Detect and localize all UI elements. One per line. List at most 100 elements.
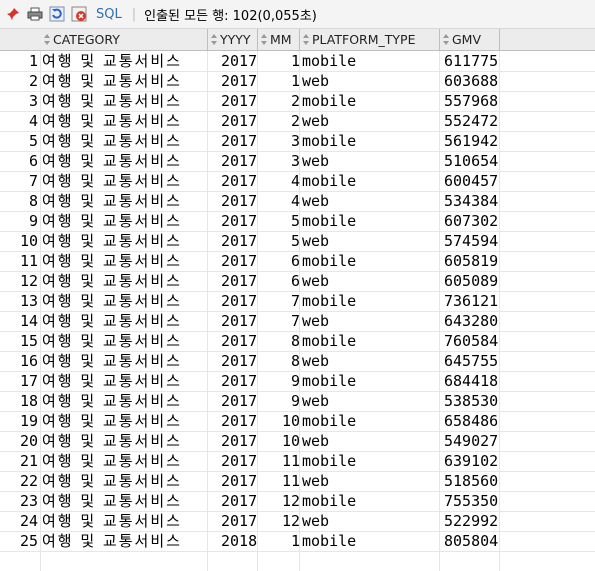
cell-platform-type[interactable]: web	[302, 111, 329, 131]
cell-category[interactable]: 여행 및 교통서비스	[42, 451, 182, 471]
cell-platform-type[interactable]: web	[302, 311, 329, 331]
cell-platform-type[interactable]: web	[302, 151, 329, 171]
cell-platform-type[interactable]: mobile	[302, 491, 356, 511]
sql-button[interactable]: SQL	[96, 7, 122, 22]
table-row[interactable]: 1 여행 및 교통서비스 2017 1 mobile 611775	[0, 51, 595, 72]
cell-gmv[interactable]: 605089	[444, 271, 498, 291]
cell-mm[interactable]: 6	[268, 271, 300, 291]
row-number[interactable]: 13	[0, 291, 38, 311]
cell-gmv[interactable]: 603688	[444, 71, 498, 91]
cell-yyyy[interactable]: 2017	[221, 471, 257, 491]
cell-mm[interactable]: 11	[268, 451, 300, 471]
cell-gmv[interactable]: 605819	[444, 251, 498, 271]
cell-mm[interactable]: 7	[268, 311, 300, 331]
table-row[interactable]: 6 여행 및 교통서비스 2017 3 web 510654	[0, 151, 595, 172]
cell-platform-type[interactable]: mobile	[302, 131, 356, 151]
cell-gmv[interactable]: 510654	[444, 151, 498, 171]
cell-mm[interactable]: 1	[268, 531, 300, 551]
cell-platform-type[interactable]: web	[302, 511, 329, 531]
cell-category[interactable]: 여행 및 교통서비스	[42, 291, 182, 311]
cell-yyyy[interactable]: 2017	[221, 51, 257, 71]
cell-mm[interactable]: 8	[268, 331, 300, 351]
cell-category[interactable]: 여행 및 교통서비스	[42, 351, 182, 371]
cell-mm[interactable]: 4	[268, 191, 300, 211]
row-number[interactable]: 4	[0, 111, 38, 131]
cell-yyyy[interactable]: 2017	[221, 411, 257, 431]
row-number[interactable]: 11	[0, 251, 38, 271]
cell-mm[interactable]: 2	[268, 91, 300, 111]
table-row[interactable]: 23 여행 및 교통서비스 2017 12 mobile 755350	[0, 491, 595, 512]
cell-category[interactable]: 여행 및 교통서비스	[42, 91, 182, 111]
cell-yyyy[interactable]: 2017	[221, 251, 257, 271]
cell-yyyy[interactable]: 2017	[221, 151, 257, 171]
table-row[interactable]: 19 여행 및 교통서비스 2017 10 mobile 658486	[0, 411, 595, 432]
row-number[interactable]: 3	[0, 91, 38, 111]
cell-mm[interactable]: 6	[268, 251, 300, 271]
cell-category[interactable]: 여행 및 교통서비스	[42, 151, 182, 171]
row-number[interactable]: 25	[0, 531, 38, 551]
cell-gmv[interactable]: 755350	[444, 491, 498, 511]
cell-mm[interactable]: 9	[268, 371, 300, 391]
row-number[interactable]: 21	[0, 451, 38, 471]
cell-platform-type[interactable]: mobile	[302, 451, 356, 471]
cell-yyyy[interactable]: 2017	[221, 91, 257, 111]
table-row[interactable]: 4 여행 및 교통서비스 2017 2 web 552472	[0, 111, 595, 132]
cell-platform-type[interactable]: web	[302, 271, 329, 291]
cell-category[interactable]: 여행 및 교통서비스	[42, 391, 182, 411]
cell-yyyy[interactable]: 2017	[221, 491, 257, 511]
cell-yyyy[interactable]: 2017	[221, 171, 257, 191]
cell-mm[interactable]: 4	[268, 171, 300, 191]
row-number[interactable]: 1	[0, 51, 38, 71]
cell-category[interactable]: 여행 및 교통서비스	[42, 471, 182, 491]
cell-mm[interactable]: 12	[268, 511, 300, 531]
cell-category[interactable]: 여행 및 교통서비스	[42, 311, 182, 331]
cell-mm[interactable]: 1	[268, 51, 300, 71]
table-row[interactable]: 16 여행 및 교통서비스 2017 8 web 645755	[0, 351, 595, 372]
cell-category[interactable]: 여행 및 교통서비스	[42, 491, 182, 511]
cell-gmv[interactable]: 736121	[444, 291, 498, 311]
cell-gmv[interactable]: 557968	[444, 91, 498, 111]
cell-mm[interactable]: 3	[268, 131, 300, 151]
cell-mm[interactable]: 7	[268, 291, 300, 311]
cell-yyyy[interactable]: 2017	[221, 451, 257, 471]
row-number[interactable]: 15	[0, 331, 38, 351]
cell-mm[interactable]: 11	[268, 471, 300, 491]
row-number[interactable]: 7	[0, 171, 38, 191]
cell-mm[interactable]: 10	[268, 411, 300, 431]
table-row[interactable]: 15 여행 및 교통서비스 2017 8 mobile 760584	[0, 331, 595, 352]
table-row[interactable]: 11 여행 및 교통서비스 2017 6 mobile 605819	[0, 251, 595, 272]
cell-yyyy[interactable]: 2017	[221, 351, 257, 371]
cell-category[interactable]: 여행 및 교통서비스	[42, 131, 182, 151]
cell-platform-type[interactable]: web	[302, 71, 329, 91]
table-row[interactable]: 7 여행 및 교통서비스 2017 4 mobile 600457	[0, 171, 595, 192]
cell-category[interactable]: 여행 및 교통서비스	[42, 171, 182, 191]
cell-mm[interactable]: 12	[268, 491, 300, 511]
table-row[interactable]: 18 여행 및 교통서비스 2017 9 web 538530	[0, 391, 595, 412]
cell-category[interactable]: 여행 및 교통서비스	[42, 111, 182, 131]
table-row[interactable]: 22 여행 및 교통서비스 2017 11 web 518560	[0, 471, 595, 492]
row-number[interactable]: 14	[0, 311, 38, 331]
cell-category[interactable]: 여행 및 교통서비스	[42, 431, 182, 451]
cell-platform-type[interactable]: mobile	[302, 171, 356, 191]
column-header-yyyy[interactable]: YYYY	[208, 29, 258, 50]
cell-mm[interactable]: 3	[268, 151, 300, 171]
cell-category[interactable]: 여행 및 교통서비스	[42, 511, 182, 531]
cell-gmv[interactable]: 639102	[444, 451, 498, 471]
row-number[interactable]: 24	[0, 511, 38, 531]
cell-gmv[interactable]: 760584	[444, 331, 498, 351]
cell-yyyy[interactable]: 2018	[221, 531, 257, 551]
cell-yyyy[interactable]: 2017	[221, 331, 257, 351]
cell-mm[interactable]: 1	[268, 71, 300, 91]
cell-platform-type[interactable]: web	[302, 431, 329, 451]
refresh-icon[interactable]	[48, 5, 66, 23]
table-row[interactable]: 21 여행 및 교통서비스 2017 11 mobile 639102	[0, 451, 595, 472]
cell-platform-type[interactable]: web	[302, 351, 329, 371]
cancel-query-icon[interactable]	[70, 5, 88, 23]
cell-platform-type[interactable]: mobile	[302, 411, 356, 431]
cell-gmv[interactable]: 518560	[444, 471, 498, 491]
cell-yyyy[interactable]: 2017	[221, 211, 257, 231]
table-row[interactable]: 13 여행 및 교통서비스 2017 7 mobile 736121	[0, 291, 595, 312]
cell-mm[interactable]: 9	[268, 391, 300, 411]
cell-mm[interactable]: 2	[268, 111, 300, 131]
cell-platform-type[interactable]: mobile	[302, 51, 356, 71]
